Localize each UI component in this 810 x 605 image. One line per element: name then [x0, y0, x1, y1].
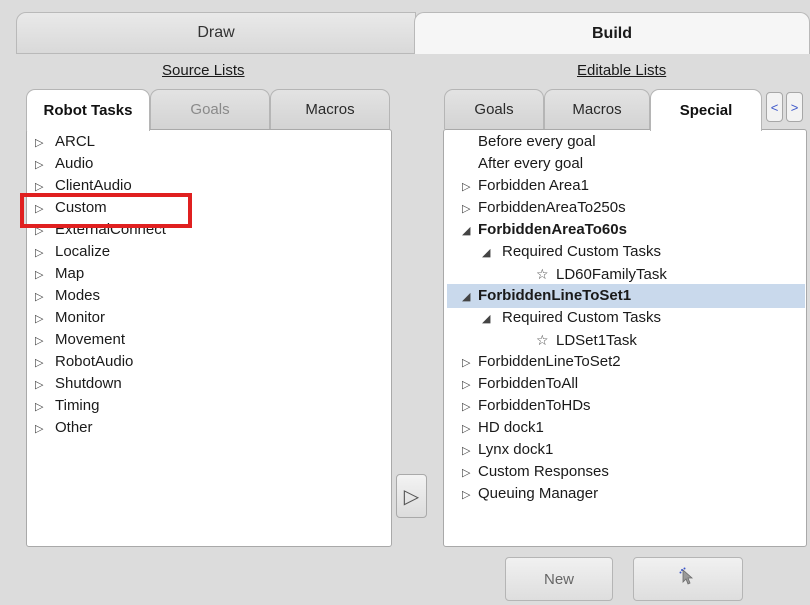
list-item[interactable]: ▷ Modes	[35, 285, 100, 307]
pointer-button[interactable]	[633, 557, 743, 601]
list-item[interactable]: ▷ Custom Responses	[462, 461, 609, 483]
star-outline-icon: ☆	[536, 266, 549, 282]
triangle-right-icon[interactable]: ▷	[35, 330, 55, 352]
list-item[interactable]: ◢ Required Custom Tasks	[482, 241, 661, 263]
list-item[interactable]: ▷ ForbiddenToAll	[462, 373, 578, 395]
list-item[interactable]: ☆ LD60FamilyTask	[536, 263, 667, 285]
triangle-right-icon[interactable]: ▷	[462, 484, 478, 506]
triangle-right-icon[interactable]: ▷	[35, 374, 55, 396]
triangle-down-icon[interactable]: ◢	[482, 308, 502, 330]
triangle-right-icon[interactable]: ▷	[35, 264, 55, 286]
tab-source-macros[interactable]: Macros	[270, 89, 390, 129]
star-outline-icon: ☆	[536, 332, 549, 348]
triangle-down-icon[interactable]: ◢	[482, 242, 502, 264]
triangle-right-icon[interactable]: ▷	[462, 374, 478, 396]
triangle-right-icon[interactable]: ▷	[35, 418, 55, 440]
tab-source-goals[interactable]: Goals	[150, 89, 270, 129]
tab-build[interactable]: Build	[414, 12, 810, 54]
list-item[interactable]: ▷ Audio	[35, 153, 93, 175]
triangle-right-icon[interactable]: ▷	[462, 418, 478, 440]
triangle-down-icon[interactable]: ◢	[462, 220, 478, 242]
source-lists-title: Source Lists	[162, 62, 245, 79]
list-item[interactable]: ▷ ForbiddenAreaTo250s	[462, 197, 626, 219]
list-item[interactable]: ◢ ForbiddenAreaTo60s	[462, 219, 627, 241]
editable-lists-title: Editable Lists	[577, 62, 667, 79]
triangle-right-icon[interactable]: ▷	[35, 242, 55, 264]
tab-robot-tasks[interactable]: Robot Tasks	[26, 89, 150, 131]
list-item[interactable]: ▷ Queuing Manager	[462, 483, 598, 505]
triangle-right-icon[interactable]: ▷	[462, 176, 478, 198]
list-item[interactable]: ☆ LDSet1Task	[536, 329, 637, 351]
tab-editable-macros[interactable]: Macros	[544, 89, 650, 129]
triangle-right-icon[interactable]: ▷	[462, 198, 478, 220]
tab-editable-special[interactable]: Special	[650, 89, 762, 131]
triangle-right-icon[interactable]: ▷	[35, 352, 55, 374]
list-item-selected[interactable]: ◢ ForbiddenLineToSet1	[462, 285, 631, 307]
list-item[interactable]: ▷ RobotAudio	[35, 351, 133, 373]
list-item[interactable]: ▷ Forbidden Area1	[462, 175, 589, 197]
triangle-down-icon[interactable]: ◢	[462, 286, 478, 308]
list-item[interactable]: ▷ Localize	[35, 241, 110, 263]
tab-scroll-left-button[interactable]: <	[766, 92, 783, 122]
cursor-click-icon	[678, 567, 698, 591]
list-item[interactable]: ▷ Movement	[35, 329, 125, 351]
list-item[interactable]: After every goal	[478, 153, 583, 175]
list-item[interactable]: ▷ Monitor	[35, 307, 105, 329]
triangle-right-icon[interactable]: ▷	[35, 132, 55, 154]
triangle-right-icon[interactable]: ▷	[462, 396, 478, 418]
list-item[interactable]: ▷ Map	[35, 263, 84, 285]
list-item[interactable]: ▷ ForbiddenLineToSet2	[462, 351, 621, 373]
list-item[interactable]: Before every goal	[478, 131, 596, 153]
list-item[interactable]: ▷ ARCL	[35, 131, 95, 153]
highlight-box	[20, 193, 192, 228]
tab-editable-goals[interactable]: Goals	[444, 89, 544, 129]
triangle-right-icon[interactable]: ▷	[462, 440, 478, 462]
triangle-right-icon[interactable]: ▷	[35, 308, 55, 330]
list-item[interactable]: ▷ Lynx dock1	[462, 439, 553, 461]
list-item[interactable]: ▷ Shutdown	[35, 373, 122, 395]
triangle-right-icon[interactable]: ▷	[35, 154, 55, 176]
new-button[interactable]: New	[505, 557, 613, 601]
add-to-list-button[interactable]: ▷	[396, 474, 427, 518]
triangle-right-icon[interactable]: ▷	[462, 352, 478, 374]
list-item[interactable]: ▷ Timing	[35, 395, 99, 417]
tab-draw[interactable]: Draw	[16, 12, 416, 54]
list-item[interactable]: ◢ Required Custom Tasks	[482, 307, 661, 329]
triangle-right-icon[interactable]: ▷	[35, 396, 55, 418]
triangle-right-icon[interactable]: ▷	[35, 286, 55, 308]
triangle-right-icon[interactable]: ▷	[462, 462, 478, 484]
list-item[interactable]: ▷ ForbiddenToHDs	[462, 395, 591, 417]
tab-scroll-right-button[interactable]: >	[786, 92, 803, 122]
list-item[interactable]: ▷ HD dock1	[462, 417, 544, 439]
list-item[interactable]: ▷ Other	[35, 417, 93, 439]
